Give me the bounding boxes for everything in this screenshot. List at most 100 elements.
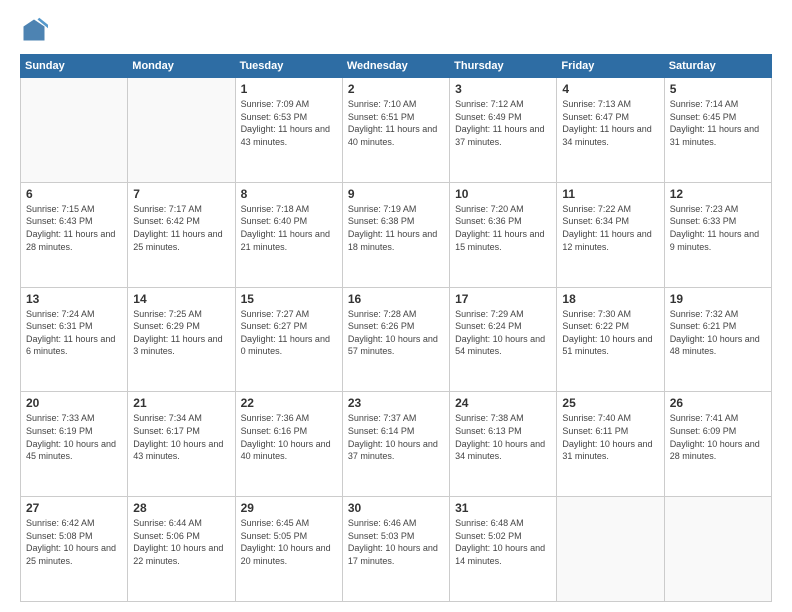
day-info: Sunrise: 7:36 AM Sunset: 6:16 PM Dayligh… — [241, 412, 337, 462]
day-info: Sunrise: 7:34 AM Sunset: 6:17 PM Dayligh… — [133, 412, 229, 462]
day-info: Sunrise: 7:14 AM Sunset: 6:45 PM Dayligh… — [670, 98, 766, 148]
day-of-week-header: Thursday — [450, 55, 557, 78]
day-number: 24 — [455, 396, 551, 410]
day-info: Sunrise: 7:19 AM Sunset: 6:38 PM Dayligh… — [348, 203, 444, 253]
day-number: 21 — [133, 396, 229, 410]
day-info: Sunrise: 7:28 AM Sunset: 6:26 PM Dayligh… — [348, 308, 444, 358]
day-number: 17 — [455, 292, 551, 306]
day-number: 10 — [455, 187, 551, 201]
day-info: Sunrise: 7:18 AM Sunset: 6:40 PM Dayligh… — [241, 203, 337, 253]
day-number: 29 — [241, 501, 337, 515]
day-info: Sunrise: 7:32 AM Sunset: 6:21 PM Dayligh… — [670, 308, 766, 358]
calendar-day-cell: 25 Sunrise: 7:40 AM Sunset: 6:11 PM Dayli… — [557, 392, 664, 497]
calendar-day-cell: 8 Sunrise: 7:18 AM Sunset: 6:40 PM Daylig… — [235, 182, 342, 287]
day-of-week-header: Friday — [557, 55, 664, 78]
calendar-day-cell: 5 Sunrise: 7:14 AM Sunset: 6:45 PM Daylig… — [664, 78, 771, 183]
day-number: 9 — [348, 187, 444, 201]
calendar-day-cell: 18Sunrise: 7:30 AM Sunset: 6:22 PM Dayli… — [557, 287, 664, 392]
calendar-day-cell: 19Sunrise: 7:32 AM Sunset: 6:21 PM Dayli… — [664, 287, 771, 392]
day-info: Sunrise: 7:25 AM Sunset: 6:29 PM Dayligh… — [133, 308, 229, 358]
day-number: 16 — [348, 292, 444, 306]
day-of-week-header: Wednesday — [342, 55, 449, 78]
calendar-day-cell: 24 Sunrise: 7:38 AM Sunset: 6:13 PM Dayli… — [450, 392, 557, 497]
calendar-day-cell: 10 Sunrise: 7:20 AM Sunset: 6:36 PM Dayli… — [450, 182, 557, 287]
day-info: Sunrise: 7:12 AM Sunset: 6:49 PM Dayligh… — [455, 98, 551, 148]
day-number: 28 — [133, 501, 229, 515]
calendar-week-row: 13Sunrise: 7:24 AM Sunset: 6:31 PM Dayli… — [21, 287, 772, 392]
calendar-table: SundayMondayTuesdayWednesdayThursdayFrid… — [20, 54, 772, 602]
calendar-day-cell: 20Sunrise: 7:33 AM Sunset: 6:19 PM Dayli… — [21, 392, 128, 497]
day-info: Sunrise: 7:10 AM Sunset: 6:51 PM Dayligh… — [348, 98, 444, 148]
calendar-day-cell: 1Sunrise: 7:09 AM Sunset: 6:53 PM Daylig… — [235, 78, 342, 183]
day-number: 3 — [455, 82, 551, 96]
day-info: Sunrise: 7:15 AM Sunset: 6:43 PM Dayligh… — [26, 203, 122, 253]
calendar-week-row: 6 Sunrise: 7:15 AM Sunset: 6:43 PM Daylig… — [21, 182, 772, 287]
day-number: 8 — [241, 187, 337, 201]
day-number: 18 — [562, 292, 658, 306]
calendar-day-cell: 22 Sunrise: 7:36 AM Sunset: 6:16 PM Dayli… — [235, 392, 342, 497]
day-header-row: SundayMondayTuesdayWednesdayThursdayFrid… — [21, 55, 772, 78]
day-info: Sunrise: 7:38 AM Sunset: 6:13 PM Dayligh… — [455, 412, 551, 462]
day-of-week-header: Tuesday — [235, 55, 342, 78]
day-number: 30 — [348, 501, 444, 515]
day-info: Sunrise: 7:40 AM Sunset: 6:11 PM Dayligh… — [562, 412, 658, 462]
header — [20, 16, 772, 44]
day-number: 15 — [241, 292, 337, 306]
day-info: Sunrise: 6:44 AM Sunset: 5:06 PM Dayligh… — [133, 517, 229, 567]
calendar-day-cell: 2 Sunrise: 7:10 AM Sunset: 6:51 PM Daylig… — [342, 78, 449, 183]
day-number: 25 — [562, 396, 658, 410]
day-number: 4 — [562, 82, 658, 96]
day-number: 5 — [670, 82, 766, 96]
calendar-day-cell: 29 Sunrise: 6:45 AM Sunset: 5:05 PM Dayli… — [235, 497, 342, 602]
day-number: 27 — [26, 501, 122, 515]
logo — [20, 16, 52, 44]
calendar-day-cell: 28 Sunrise: 6:44 AM Sunset: 5:06 PM Dayli… — [128, 497, 235, 602]
day-info: Sunrise: 7:13 AM Sunset: 6:47 PM Dayligh… — [562, 98, 658, 148]
calendar-day-cell: 23Sunrise: 7:37 AM Sunset: 6:14 PM Dayli… — [342, 392, 449, 497]
calendar-day-cell: 4 Sunrise: 7:13 AM Sunset: 6:47 PM Daylig… — [557, 78, 664, 183]
calendar-day-cell: 9 Sunrise: 7:19 AM Sunset: 6:38 PM Daylig… — [342, 182, 449, 287]
calendar-day-cell — [21, 78, 128, 183]
calendar-day-cell — [664, 497, 771, 602]
calendar-day-cell: 14Sunrise: 7:25 AM Sunset: 6:29 PM Dayli… — [128, 287, 235, 392]
day-info: Sunrise: 7:17 AM Sunset: 6:42 PM Dayligh… — [133, 203, 229, 253]
calendar-day-cell: 31 Sunrise: 6:48 AM Sunset: 5:02 PM Dayli… — [450, 497, 557, 602]
day-number: 12 — [670, 187, 766, 201]
day-info: Sunrise: 7:23 AM Sunset: 6:33 PM Dayligh… — [670, 203, 766, 253]
day-info: Sunrise: 7:22 AM Sunset: 6:34 PM Dayligh… — [562, 203, 658, 253]
calendar-header: SundayMondayTuesdayWednesdayThursdayFrid… — [21, 55, 772, 78]
calendar-day-cell: 11 Sunrise: 7:22 AM Sunset: 6:34 PM Dayli… — [557, 182, 664, 287]
day-number: 6 — [26, 187, 122, 201]
day-number: 11 — [562, 187, 658, 201]
day-number: 2 — [348, 82, 444, 96]
calendar-body: 1Sunrise: 7:09 AM Sunset: 6:53 PM Daylig… — [21, 78, 772, 602]
day-info: Sunrise: 6:48 AM Sunset: 5:02 PM Dayligh… — [455, 517, 551, 567]
day-info: Sunrise: 7:24 AM Sunset: 6:31 PM Dayligh… — [26, 308, 122, 358]
day-info: Sunrise: 7:20 AM Sunset: 6:36 PM Dayligh… — [455, 203, 551, 253]
day-info: Sunrise: 6:46 AM Sunset: 5:03 PM Dayligh… — [348, 517, 444, 567]
calendar-day-cell: 15 Sunrise: 7:27 AM Sunset: 6:27 PM Dayli… — [235, 287, 342, 392]
calendar-day-cell — [557, 497, 664, 602]
calendar-week-row: 20Sunrise: 7:33 AM Sunset: 6:19 PM Dayli… — [21, 392, 772, 497]
calendar-day-cell: 6 Sunrise: 7:15 AM Sunset: 6:43 PM Daylig… — [21, 182, 128, 287]
day-info: Sunrise: 7:09 AM Sunset: 6:53 PM Dayligh… — [241, 98, 337, 148]
day-number: 22 — [241, 396, 337, 410]
page: SundayMondayTuesdayWednesdayThursdayFrid… — [0, 0, 792, 612]
day-info: Sunrise: 7:33 AM Sunset: 6:19 PM Dayligh… — [26, 412, 122, 462]
day-of-week-header: Sunday — [21, 55, 128, 78]
day-number: 7 — [133, 187, 229, 201]
calendar-day-cell: 27Sunrise: 6:42 AM Sunset: 5:08 PM Dayli… — [21, 497, 128, 602]
calendar-day-cell: 16 Sunrise: 7:28 AM Sunset: 6:26 PM Dayli… — [342, 287, 449, 392]
calendar-day-cell: 13Sunrise: 7:24 AM Sunset: 6:31 PM Dayli… — [21, 287, 128, 392]
calendar-day-cell: 17Sunrise: 7:29 AM Sunset: 6:24 PM Dayli… — [450, 287, 557, 392]
day-of-week-header: Saturday — [664, 55, 771, 78]
day-info: Sunrise: 7:27 AM Sunset: 6:27 PM Dayligh… — [241, 308, 337, 358]
day-number: 31 — [455, 501, 551, 515]
calendar-day-cell: 30 Sunrise: 6:46 AM Sunset: 5:03 PM Dayli… — [342, 497, 449, 602]
calendar-day-cell: 3 Sunrise: 7:12 AM Sunset: 6:49 PM Daylig… — [450, 78, 557, 183]
calendar-day-cell: 26Sunrise: 7:41 AM Sunset: 6:09 PM Dayli… — [664, 392, 771, 497]
day-of-week-header: Monday — [128, 55, 235, 78]
calendar-day-cell: 21 Sunrise: 7:34 AM Sunset: 6:17 PM Dayli… — [128, 392, 235, 497]
calendar-day-cell — [128, 78, 235, 183]
day-info: Sunrise: 6:45 AM Sunset: 5:05 PM Dayligh… — [241, 517, 337, 567]
